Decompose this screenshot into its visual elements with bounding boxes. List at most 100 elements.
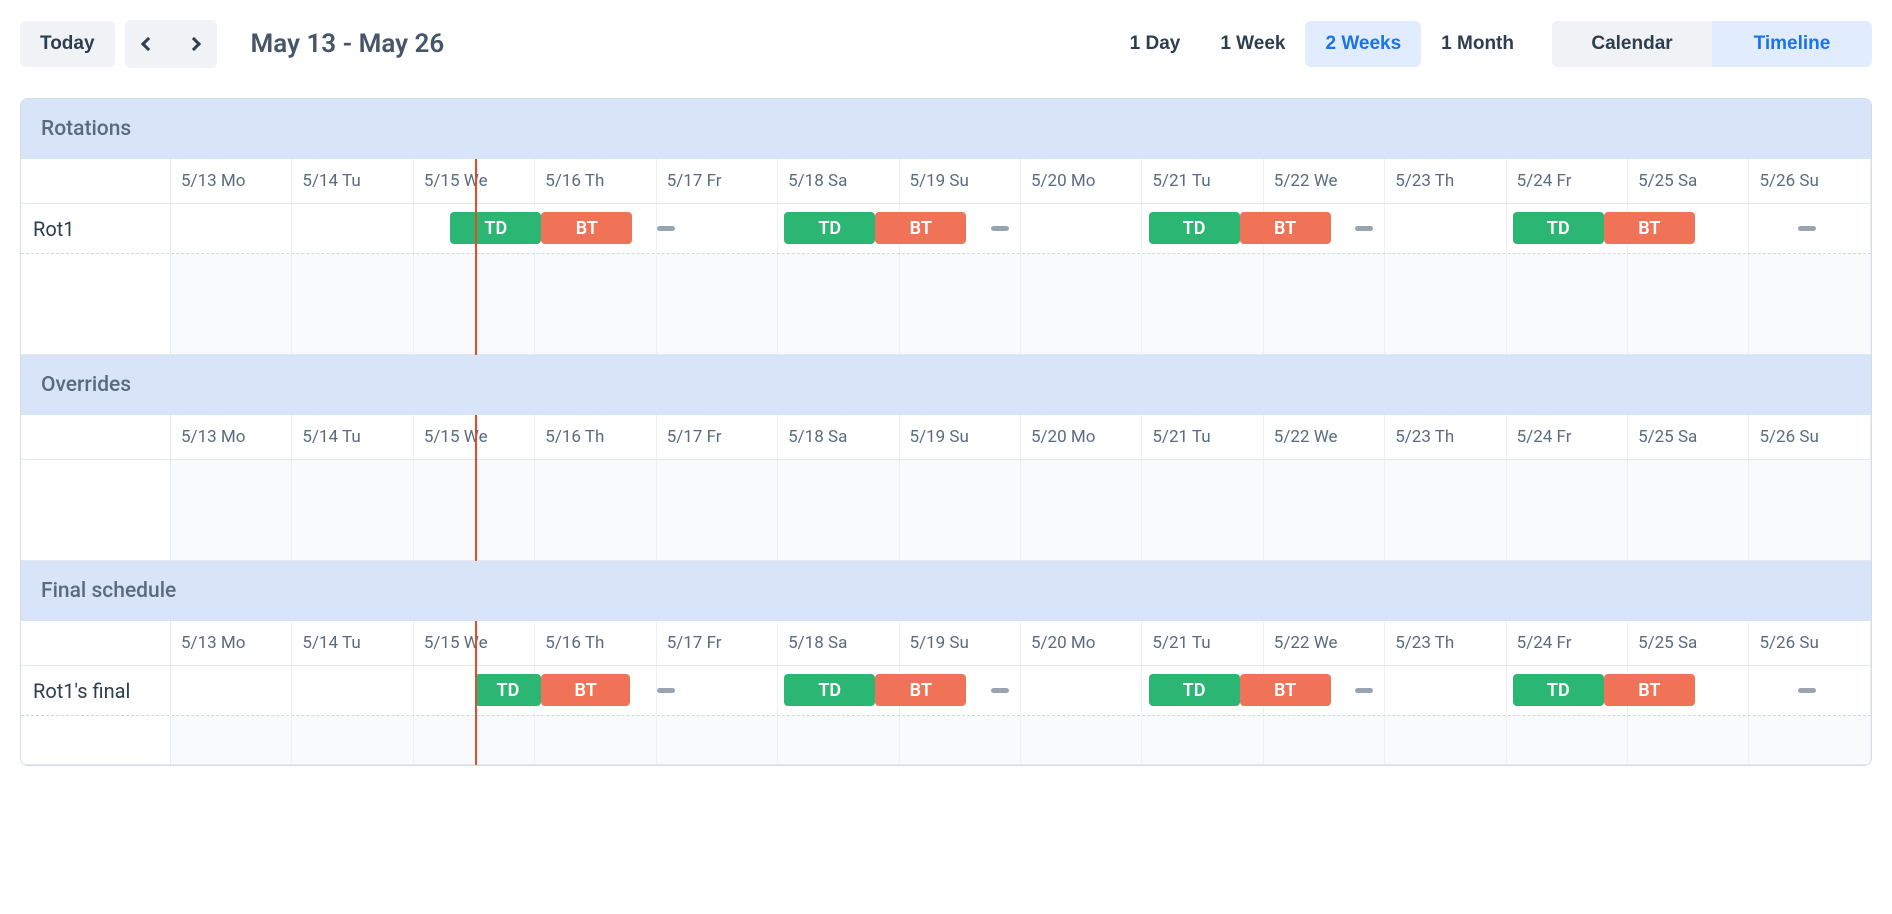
shift-bt[interactable]: BT: [875, 674, 966, 706]
day-cell[interactable]: [778, 460, 899, 560]
shift-bt[interactable]: BT: [1604, 212, 1695, 244]
shift-td[interactable]: TD: [1149, 674, 1240, 706]
day-cell[interactable]: [1749, 716, 1870, 764]
day-cell[interactable]: [1507, 254, 1628, 354]
day-header: 5/17 Fr: [657, 415, 778, 459]
today-button[interactable]: Today: [20, 21, 115, 67]
day-cell[interactable]: [1749, 254, 1870, 354]
shift-td[interactable]: TD: [1149, 212, 1240, 244]
day-cell[interactable]: [900, 716, 1021, 764]
day-cell[interactable]: [1749, 204, 1870, 253]
day-cell[interactable]: [1385, 716, 1506, 764]
day-cell[interactable]: [1021, 460, 1142, 560]
day-cell[interactable]: [657, 254, 778, 354]
day-cell[interactable]: [1142, 716, 1263, 764]
header-label-cell: [21, 621, 171, 665]
day-cell[interactable]: [900, 460, 1021, 560]
day-cell[interactable]: [171, 716, 292, 764]
day-header: 5/16 Th: [535, 621, 656, 665]
day-cell[interactable]: [171, 254, 292, 354]
shift-bt[interactable]: BT: [1604, 674, 1695, 706]
day-cell[interactable]: [414, 716, 535, 764]
day-cell[interactable]: [171, 204, 292, 253]
day-cell[interactable]: [657, 716, 778, 764]
day-header: 5/25 Sa: [1628, 159, 1749, 203]
toolbar: Today May 13 - May 26 1 Day1 Week2 Weeks…: [20, 20, 1872, 68]
day-cell[interactable]: [778, 716, 899, 764]
row-label: Rot1: [21, 204, 171, 253]
day-cell[interactable]: [414, 460, 535, 560]
shift-td[interactable]: TD: [1513, 212, 1604, 244]
view-option-timeline[interactable]: Timeline: [1712, 21, 1872, 67]
day-header: 5/20 Mo: [1021, 159, 1142, 203]
day-cell[interactable]: [171, 460, 292, 560]
day-cell[interactable]: [1385, 204, 1506, 253]
day-cell[interactable]: [1507, 716, 1628, 764]
day-cell[interactable]: [414, 254, 535, 354]
date-range-label: May 13 - May 26: [251, 29, 445, 59]
day-cell[interactable]: [1142, 254, 1263, 354]
day-cell[interactable]: [1507, 460, 1628, 560]
day-cell[interactable]: [1264, 460, 1385, 560]
shift-td[interactable]: TD: [475, 674, 542, 706]
day-cell[interactable]: [535, 716, 656, 764]
day-cell[interactable]: [1142, 460, 1263, 560]
date-header-row: 5/13 Mo5/14 Tu5/15 We5/16 Th5/17 Fr5/18 …: [21, 415, 1871, 460]
day-cell[interactable]: [778, 254, 899, 354]
day-cell[interactable]: [1628, 460, 1749, 560]
day-cell[interactable]: [1264, 716, 1385, 764]
day-cell[interactable]: [1021, 254, 1142, 354]
day-cell[interactable]: [1021, 666, 1142, 715]
day-cell[interactable]: [657, 204, 778, 253]
day-cell[interactable]: [1264, 254, 1385, 354]
shift-td[interactable]: TD: [450, 212, 541, 244]
day-cell[interactable]: [535, 460, 656, 560]
blank-label-cell: [21, 254, 171, 354]
shift-bt[interactable]: BT: [541, 212, 632, 244]
day-cell[interactable]: [1628, 716, 1749, 764]
day-cell[interactable]: [1385, 666, 1506, 715]
day-header: 5/15 We: [414, 159, 535, 203]
day-cell[interactable]: [657, 666, 778, 715]
prev-button[interactable]: [125, 20, 171, 68]
day-header: 5/21 Tu: [1142, 621, 1263, 665]
day-cell[interactable]: [1385, 254, 1506, 354]
range-option-1-month[interactable]: 1 Month: [1421, 21, 1534, 67]
shift-td[interactable]: TD: [1513, 674, 1604, 706]
day-cell[interactable]: [171, 666, 292, 715]
schedule-row: Rot1's finalTDBTTDBTTDBTTDBT: [21, 666, 1871, 716]
day-cell[interactable]: [1749, 666, 1870, 715]
day-cell[interactable]: [292, 204, 413, 253]
day-header: 5/13 Mo: [171, 415, 292, 459]
day-header: 5/22 We: [1264, 415, 1385, 459]
day-cell[interactable]: [292, 666, 413, 715]
day-cell[interactable]: [657, 460, 778, 560]
header-label-cell: [21, 159, 171, 203]
day-cell[interactable]: [535, 254, 656, 354]
day-cell[interactable]: [1749, 460, 1870, 560]
day-header: 5/19 Su: [900, 621, 1021, 665]
day-header: 5/26 Su: [1749, 159, 1870, 203]
day-cell[interactable]: [1021, 204, 1142, 253]
day-header: 5/18 Sa: [778, 159, 899, 203]
view-option-calendar[interactable]: Calendar: [1552, 21, 1712, 67]
day-cell[interactable]: [292, 460, 413, 560]
shift-td[interactable]: TD: [784, 674, 875, 706]
shift-bt[interactable]: BT: [541, 674, 630, 706]
shift-bt[interactable]: BT: [875, 212, 966, 244]
range-option-2-weeks[interactable]: 2 Weeks: [1305, 21, 1421, 67]
day-cell[interactable]: [292, 254, 413, 354]
shift-td[interactable]: TD: [784, 212, 875, 244]
shift-bt[interactable]: BT: [1240, 212, 1331, 244]
next-button[interactable]: [171, 20, 217, 68]
range-option-1-week[interactable]: 1 Week: [1200, 21, 1305, 67]
day-cell[interactable]: [900, 254, 1021, 354]
day-cell[interactable]: [292, 716, 413, 764]
shift-bt[interactable]: BT: [1240, 674, 1331, 706]
day-cell[interactable]: [1385, 460, 1506, 560]
range-option-1-day[interactable]: 1 Day: [1110, 21, 1201, 67]
day-cell[interactable]: [1021, 716, 1142, 764]
day-header: 5/23 Th: [1385, 621, 1506, 665]
day-header: 5/18 Sa: [778, 415, 899, 459]
day-cell[interactable]: [1628, 254, 1749, 354]
